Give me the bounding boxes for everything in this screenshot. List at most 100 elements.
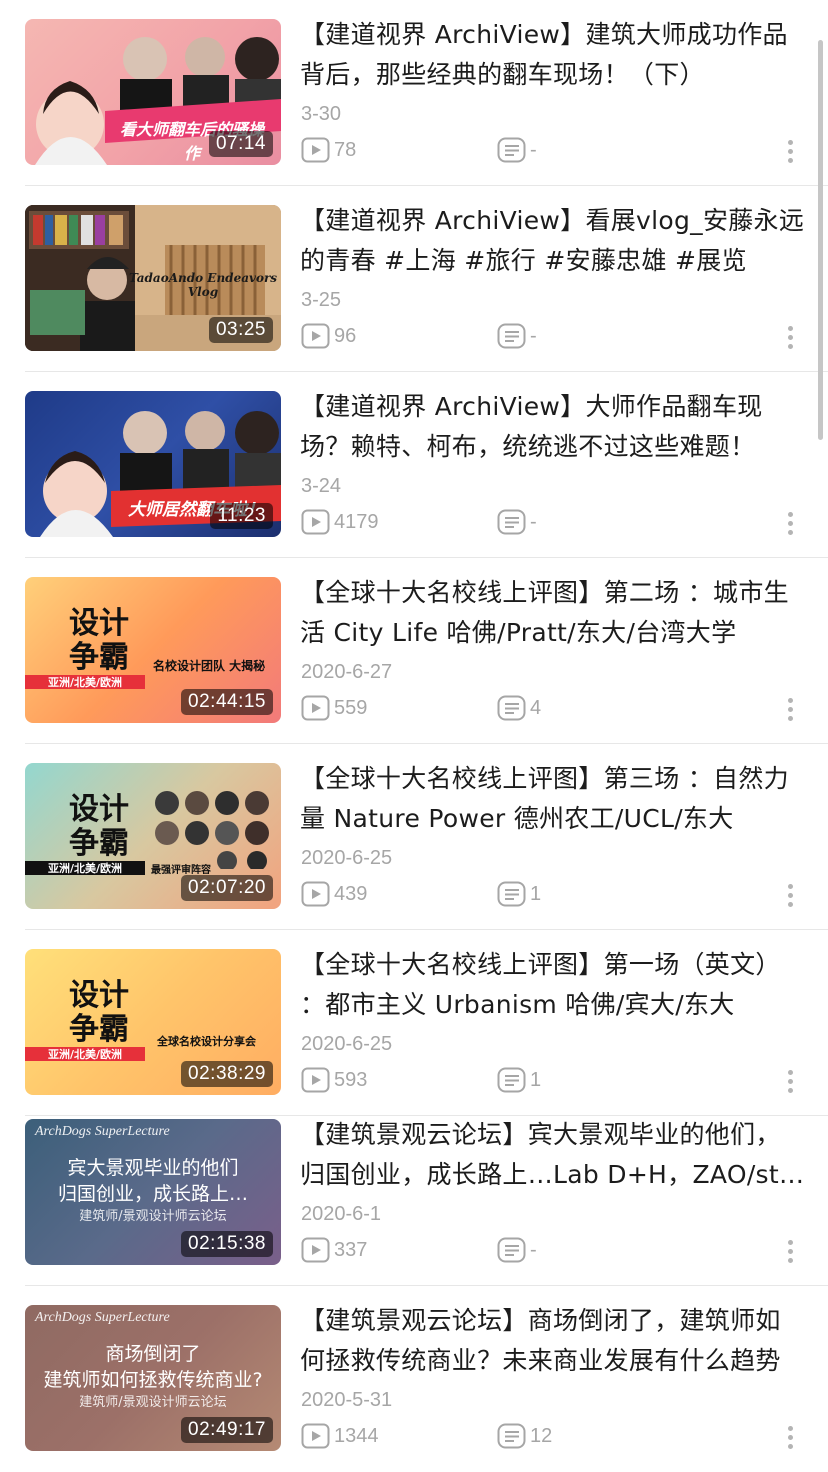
video-thumbnail[interactable]: 看大师翻车后的骚操作 07:14 [25, 19, 281, 165]
comment-count: 1 [497, 1066, 541, 1094]
jury-portraits [155, 791, 269, 869]
video-thumbnail[interactable]: TadaoAndo Endeavors Vlog 03:25 [25, 205, 281, 351]
video-duration: 02:38:29 [181, 1061, 273, 1087]
play-count: 96 [301, 322, 356, 350]
video-item[interactable]: ArchDogs SuperLecture 宾大景观毕业的他们 归国创业，成长路… [0, 1100, 828, 1286]
video-list: 看大师翻车后的骚操作 07:14 【建道视界 ArchiView】建筑大师成功作… [0, 0, 828, 1470]
play-count: 4179 [301, 508, 379, 536]
thumbnail-band-text: 亚洲/北美/欧洲 [47, 862, 123, 875]
video-item[interactable]: 看大师翻车后的骚操作 07:14 【建道视界 ArchiView】建筑大师成功作… [0, 0, 828, 186]
play-icon [301, 323, 330, 349]
play-icon [301, 1067, 330, 1093]
comment-list-icon [497, 881, 526, 907]
video-duration: 03:25 [208, 317, 273, 343]
video-date: 2020-6-25 [301, 1033, 393, 1055]
video-date: 2020-6-1 [301, 1203, 382, 1225]
more-options-icon[interactable] [786, 1068, 796, 1096]
thumbnail-caption: 全球名校设计分享会 [157, 1035, 256, 1048]
comment-count: 1 [497, 880, 541, 908]
more-options-icon[interactable] [786, 696, 796, 724]
video-thumbnail[interactable]: 设计争霸 亚洲/北美/欧洲 名校设计团队 大揭秘 02:44:15 [25, 577, 281, 723]
thumbnail-line-2: 归国创业，成长路上… [57, 1183, 248, 1205]
video-title[interactable]: 【全球十大名校线上评图】第三场 ：自然力量 Nature Power 德州农工/… [300, 759, 805, 839]
play-count: 559 [301, 694, 367, 722]
video-thumbnail[interactable]: 设计争霸 亚洲/北美/欧洲 最强评审阵容 02:07:20 [25, 763, 281, 909]
play-count: 593 [301, 1066, 367, 1094]
video-date: 2020-6-25 [301, 847, 393, 869]
scrollbar[interactable] [818, 40, 823, 440]
video-item[interactable]: 设计争霸 亚洲/北美/欧洲 全球名校设计分享会 02:38:29 【全球十大名校… [0, 930, 828, 1116]
thumbnail-caption: TadaoAndo Endeavors Vlog [128, 271, 278, 299]
play-count-value: 78 [334, 138, 357, 161]
video-date: 2020-5-31 [301, 1389, 393, 1411]
video-date: 3-25 [301, 289, 342, 311]
video-duration: 02:15:38 [181, 1231, 273, 1257]
more-options-icon[interactable] [786, 1238, 796, 1266]
comment-list-icon [497, 1067, 526, 1093]
comment-count-value: 1 [530, 1068, 542, 1091]
comment-count-value: 1 [530, 882, 542, 905]
play-count-value: 337 [334, 1238, 368, 1261]
video-title[interactable]: 【全球十大名校线上评图】第一场（英文） ：都市主义 Urbanism 哈佛/宾大… [300, 945, 805, 1025]
video-title[interactable]: 【建道视界 ArchiView】建筑大师成功作品背后，那些经典的翻车现场！（下） [300, 15, 805, 95]
play-count-value: 593 [334, 1068, 368, 1091]
video-title[interactable]: 【建筑景观云论坛】宾大景观毕业的他们，归国创业，成长路上…Lab D+H，ZAO… [300, 1115, 805, 1195]
video-item[interactable]: ArchDogs SuperLecture 商场倒闭了 建筑师如何拯救传统商业?… [0, 1286, 828, 1472]
more-options-icon[interactable] [786, 324, 796, 352]
comment-list-icon [497, 695, 526, 721]
video-title[interactable]: 【建道视界 ArchiView】大师作品翻车现场？赖特、柯布，统统逃不过这些难题… [300, 387, 805, 467]
more-options-icon[interactable] [786, 510, 796, 538]
video-thumbnail[interactable]: 大师居然翻车啦！ 11:23 [25, 391, 281, 537]
video-item[interactable]: TadaoAndo Endeavors Vlog 03:25 【建道视界 Arc… [0, 186, 828, 372]
comment-list-icon [497, 137, 526, 163]
thumbnail-band-text: 亚洲/北美/欧洲 [47, 1048, 123, 1061]
thumbnail-line-1: 商场倒闭了 [105, 1343, 201, 1365]
video-date: 3-30 [301, 103, 342, 125]
video-title[interactable]: 【建筑景观云论坛】商场倒闭了，建筑师如何拯救传统商业？未来商业发展有什么趋势 [300, 1301, 805, 1381]
video-title[interactable]: 【建道视界 ArchiView】看展vlog_安藤永远的青春 #上海 #旅行 #… [300, 201, 805, 281]
video-date: 3-24 [301, 475, 342, 497]
video-item[interactable]: 大师居然翻车啦！ 11:23 【建道视界 ArchiView】大师作品翻车现场？… [0, 372, 828, 558]
play-count: 1344 [301, 1422, 379, 1450]
play-count: 337 [301, 1236, 367, 1264]
more-options-icon[interactable] [786, 138, 796, 166]
play-count-value: 1344 [334, 1424, 379, 1447]
more-options-icon[interactable] [786, 1424, 796, 1452]
thumbnail-line-1: 宾大景观毕业的他们 [67, 1157, 239, 1179]
comment-list-icon [497, 1423, 526, 1449]
video-title[interactable]: 【全球十大名校线上评图】第二场 ：城市生活 City Life 哈佛/Pratt… [300, 573, 805, 653]
comment-count: 4 [497, 694, 541, 722]
video-date: 2020-6-27 [301, 661, 393, 683]
thumbnail-subtitle: 建筑师/景观设计师云论坛 [79, 1395, 227, 1410]
play-icon [301, 1423, 330, 1449]
thumbnail-caption: 名校设计团队 大揭秘 [153, 659, 266, 673]
comment-count: - [497, 508, 537, 536]
play-count-value: 96 [334, 324, 357, 347]
video-thumbnail[interactable]: 设计争霸 亚洲/北美/欧洲 全球名校设计分享会 02:38:29 [25, 949, 281, 1095]
comment-list-icon [497, 323, 526, 349]
video-duration: 02:44:15 [181, 689, 273, 715]
thumbnail-caption: 最强评审阵容 [151, 865, 211, 876]
play-count: 78 [301, 136, 356, 164]
comment-count: - [497, 322, 537, 350]
play-icon [301, 137, 330, 163]
play-count-value: 439 [334, 882, 368, 905]
play-icon [301, 1237, 330, 1263]
video-duration: 11:23 [210, 503, 273, 529]
thumbnail-title: 设计争霸 [69, 606, 129, 675]
comment-count: - [497, 136, 537, 164]
more-options-icon[interactable] [786, 882, 796, 910]
thumbnail-band-text: 亚洲/北美/欧洲 [47, 676, 123, 689]
video-thumbnail[interactable]: ArchDogs SuperLecture 商场倒闭了 建筑师如何拯救传统商业?… [25, 1305, 281, 1451]
thumbnail-title: 设计争霸 [69, 792, 129, 861]
comment-count-value: - [530, 138, 537, 161]
play-count: 439 [301, 880, 367, 908]
video-thumbnail[interactable]: ArchDogs SuperLecture 宾大景观毕业的他们 归国创业，成长路… [25, 1119, 281, 1265]
comment-count-value: 12 [530, 1424, 553, 1447]
comment-count: - [497, 1236, 537, 1264]
comment-list-icon [497, 1237, 526, 1263]
play-count-value: 4179 [334, 510, 379, 533]
video-duration: 02:49:17 [181, 1417, 273, 1443]
video-item[interactable]: 设计争霸 亚洲/北美/欧洲 最强评审阵容 02:07:20 【全球十大名校线上评… [0, 744, 828, 930]
video-item[interactable]: 设计争霸 亚洲/北美/欧洲 名校设计团队 大揭秘 02:44:15 【全球十大名… [0, 558, 828, 744]
